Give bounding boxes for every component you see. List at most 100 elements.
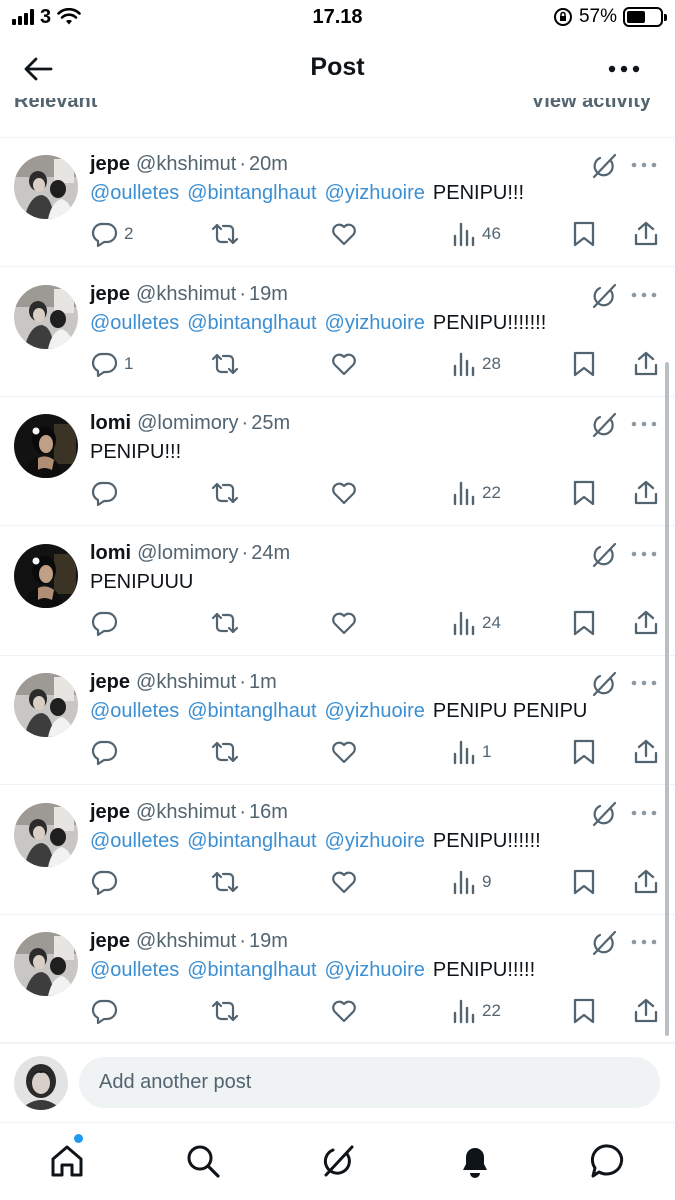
display-name[interactable]: jepe (90, 671, 130, 693)
grok-icon[interactable] (590, 929, 618, 957)
display-name[interactable]: lomi (90, 542, 131, 564)
views-button[interactable]: 28 (452, 348, 501, 380)
grok-icon[interactable] (590, 541, 618, 569)
like-button[interactable] (330, 866, 358, 898)
avatar[interactable] (14, 932, 78, 996)
reply-button[interactable] (90, 607, 124, 639)
more-horizontal-icon[interactable] (630, 419, 658, 429)
display-name[interactable]: jepe (90, 801, 130, 823)
grok-icon[interactable] (590, 152, 618, 180)
bookmark-button[interactable] (572, 348, 596, 380)
avatar[interactable] (14, 414, 78, 478)
user-handle[interactable]: @lomimory (137, 542, 238, 564)
tab-search[interactable] (183, 1141, 223, 1181)
views-button[interactable]: 22 (452, 477, 501, 509)
repost-button[interactable] (210, 348, 240, 380)
display-name[interactable]: lomi (90, 412, 131, 434)
share-button[interactable] (633, 866, 659, 898)
repost-button[interactable] (210, 607, 240, 639)
mention-link[interactable]: @oulletes (90, 959, 179, 981)
mention-link[interactable]: @bintanglhaut (187, 312, 316, 334)
reply-button[interactable] (90, 736, 124, 768)
tab-grok[interactable] (318, 1141, 358, 1181)
views-button[interactable]: 46 (452, 218, 501, 250)
display-name[interactable]: jepe (90, 283, 130, 305)
mention-link[interactable]: @yizhuoire (325, 959, 425, 981)
more-horizontal-icon[interactable] (630, 808, 658, 818)
mention-link[interactable]: @yizhuoire (325, 700, 425, 722)
views-button[interactable]: 9 (452, 866, 491, 898)
mention-link[interactable]: @yizhuoire (325, 182, 425, 204)
repost-button[interactable] (210, 477, 240, 509)
mention-link[interactable]: @bintanglhaut (187, 700, 316, 722)
compose-input[interactable] (79, 1057, 660, 1108)
timestamp[interactable]: 1m (249, 671, 277, 693)
avatar[interactable] (14, 802, 78, 867)
like-button[interactable] (330, 995, 358, 1027)
reply-button[interactable] (90, 866, 124, 898)
grok-icon[interactable] (590, 411, 618, 439)
bookmark-button[interactable] (572, 736, 596, 768)
avatar[interactable] (14, 673, 78, 737)
avatar[interactable] (14, 543, 78, 608)
user-handle[interactable]: @khshimut (136, 153, 236, 175)
reply-button[interactable] (90, 477, 124, 509)
more-horizontal-icon[interactable] (630, 549, 658, 559)
more-horizontal-icon[interactable] (630, 937, 658, 947)
mention-link[interactable]: @bintanglhaut (187, 830, 316, 852)
like-button[interactable] (330, 607, 358, 639)
tab-notifications[interactable] (455, 1141, 495, 1181)
timestamp[interactable]: 16m (249, 801, 288, 823)
reply-button[interactable]: 2 (90, 218, 133, 250)
user-handle[interactable]: @khshimut (136, 930, 236, 952)
reply-item[interactable]: jepe @khshimut · 19m @oulletes @bintanglhaut… (0, 915, 675, 1044)
like-button[interactable] (330, 736, 358, 768)
share-button[interactable] (633, 348, 659, 380)
reply-item[interactable]: lomi @lomimory · 25m PENIPU!!! 22 (0, 397, 675, 526)
mention-link[interactable]: @bintanglhaut (187, 182, 316, 204)
display-name[interactable]: jepe (90, 153, 130, 175)
bookmark-button[interactable] (572, 218, 596, 250)
share-button[interactable] (633, 218, 659, 250)
share-button[interactable] (633, 607, 659, 639)
more-horizontal-icon[interactable] (630, 290, 658, 300)
repost-button[interactable] (210, 995, 240, 1027)
timestamp[interactable]: 24m (251, 542, 290, 564)
mention-link[interactable]: @bintanglhaut (187, 959, 316, 981)
user-handle[interactable]: @khshimut (136, 283, 236, 305)
scrollbar[interactable] (665, 362, 669, 1036)
repost-button[interactable] (210, 736, 240, 768)
user-handle[interactable]: @khshimut (136, 801, 236, 823)
mention-link[interactable]: @yizhuoire (325, 830, 425, 852)
timestamp[interactable]: 19m (249, 930, 288, 952)
mention-link[interactable]: @oulletes (90, 700, 179, 722)
mention-link[interactable]: @oulletes (90, 182, 179, 204)
reply-item[interactable]: lomi @lomimory · 24m PENIPUUU 24 (0, 527, 675, 656)
views-button[interactable]: 22 (452, 995, 501, 1027)
views-button[interactable]: 24 (452, 607, 501, 639)
mention-link[interactable]: @yizhuoire (325, 312, 425, 334)
share-button[interactable] (633, 995, 659, 1027)
display-name[interactable]: jepe (90, 930, 130, 952)
like-button[interactable] (330, 477, 358, 509)
user-handle[interactable]: @lomimory (137, 412, 238, 434)
timestamp[interactable]: 25m (251, 412, 290, 434)
reply-button[interactable]: 1 (90, 348, 133, 380)
bookmark-button[interactable] (572, 995, 596, 1027)
mention-link[interactable]: @oulletes (90, 830, 179, 852)
bookmark-button[interactable] (572, 866, 596, 898)
mention-link[interactable]: @oulletes (90, 312, 179, 334)
reply-button[interactable] (90, 995, 124, 1027)
grok-icon[interactable] (590, 282, 618, 310)
repost-button[interactable] (210, 866, 240, 898)
avatar[interactable] (14, 155, 78, 219)
like-button[interactable] (330, 218, 358, 250)
more-horizontal-icon[interactable] (630, 678, 658, 688)
tab-home[interactable] (47, 1141, 87, 1181)
bookmark-button[interactable] (572, 607, 596, 639)
more-options-button[interactable] (607, 58, 641, 80)
avatar[interactable] (14, 1056, 68, 1110)
reply-item[interactable]: jepe @khshimut · 20m @oulletes @bintanglhaut… (0, 138, 675, 267)
grok-icon[interactable] (590, 800, 618, 828)
tab-messages[interactable] (588, 1141, 628, 1181)
